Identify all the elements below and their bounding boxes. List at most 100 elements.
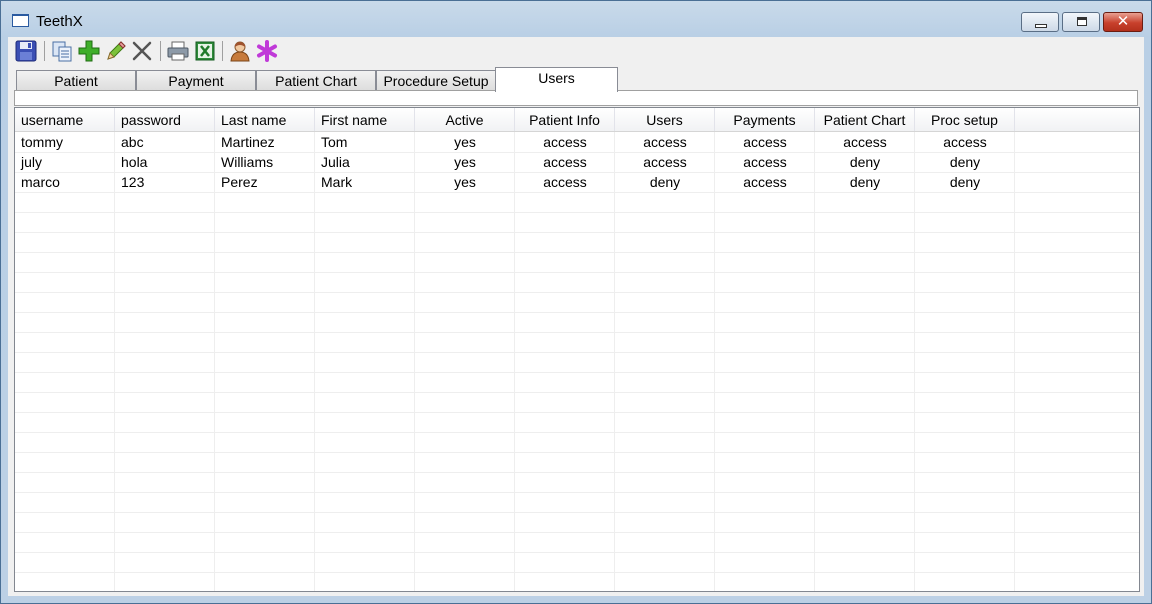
- table-cell[interactable]: 123: [115, 172, 215, 192]
- edit-button[interactable]: [104, 39, 128, 63]
- toolbar-separator: [160, 41, 161, 61]
- toolbar: [8, 37, 1144, 65]
- table-cell[interactable]: access: [715, 172, 815, 192]
- grid-vline: [814, 132, 815, 591]
- grid-vline: [114, 132, 115, 591]
- grid-hline: [15, 212, 1139, 213]
- asterisk-button[interactable]: [255, 39, 279, 63]
- table-cell[interactable]: access: [815, 132, 915, 152]
- table-cell[interactable]: july: [15, 152, 115, 172]
- tab-payment[interactable]: Payment: [136, 70, 256, 91]
- toolbar-separator: [222, 41, 223, 61]
- grid-vline: [714, 132, 715, 591]
- minimize-button[interactable]: [1021, 12, 1059, 32]
- table-cell[interactable]: access: [915, 132, 1015, 152]
- grid-vline: [614, 132, 615, 591]
- grid-hline: [15, 352, 1139, 353]
- table-cell[interactable]: Julia: [315, 152, 415, 172]
- copy-icon: [52, 41, 72, 62]
- table-cell[interactable]: deny: [615, 172, 715, 192]
- column-header[interactable]: username: [15, 108, 115, 131]
- excel-export-button[interactable]: [193, 39, 217, 63]
- table-cell[interactable]: Perez: [215, 172, 315, 192]
- table-cell[interactable]: deny: [815, 152, 915, 172]
- users-grid[interactable]: username password Last name First name Activ…: [14, 107, 1140, 592]
- grid-header: username password Last name First name Activ…: [15, 108, 1139, 132]
- grid-hline: [15, 452, 1139, 453]
- grid-hline: [15, 412, 1139, 413]
- add-icon: [78, 40, 100, 62]
- table-row[interactable]: marco 123 Perez Mark yes access deny access deny…: [15, 172, 1139, 192]
- table-cell[interactable]: access: [715, 152, 815, 172]
- tab-strip: Patient Payment Patient Chart Procedure …: [8, 67, 1144, 92]
- tab-patient[interactable]: Patient: [16, 70, 136, 91]
- column-header[interactable]: Patient Info: [515, 108, 615, 131]
- user-icon: [230, 41, 250, 62]
- asterisk-icon: [257, 40, 277, 62]
- table-cell[interactable]: Martinez: [215, 132, 315, 152]
- table-cell[interactable]: abc: [115, 132, 215, 152]
- copy-button[interactable]: [50, 39, 74, 63]
- toolbar-separator: [44, 41, 45, 61]
- client-area: Patient Payment Patient Chart Procedure …: [8, 37, 1144, 596]
- column-header[interactable]: Patient Chart: [815, 108, 915, 131]
- user-button[interactable]: [228, 39, 252, 63]
- table-cell[interactable]: access: [615, 132, 715, 152]
- tab-users[interactable]: Users: [495, 67, 618, 92]
- excel-export-icon: [195, 41, 215, 61]
- table-cell[interactable]: Williams: [215, 152, 315, 172]
- table-cell[interactable]: hola: [115, 152, 215, 172]
- table-cell[interactable]: marco: [15, 172, 115, 192]
- tab-procedure-setup[interactable]: Procedure Setup: [376, 70, 496, 91]
- column-header[interactable]: Last name: [215, 108, 315, 131]
- save-button[interactable]: [14, 39, 38, 63]
- grid-hline: [15, 572, 1139, 573]
- table-cell[interactable]: deny: [915, 152, 1015, 172]
- table-cell[interactable]: access: [515, 172, 615, 192]
- table-cell[interactable]: yes: [415, 132, 515, 152]
- app-icon: [12, 14, 29, 27]
- table-cell[interactable]: access: [515, 132, 615, 152]
- grid-vline: [914, 132, 915, 591]
- delete-icon: [132, 41, 152, 61]
- table-cell[interactable]: access: [715, 132, 815, 152]
- table-cell[interactable]: tommy: [15, 132, 115, 152]
- maximize-button[interactable]: [1062, 12, 1100, 32]
- tab-patient-chart[interactable]: Patient Chart: [256, 70, 376, 91]
- column-header[interactable]: password: [115, 108, 215, 131]
- grid-hline: [15, 232, 1139, 233]
- grid-vline: [1014, 132, 1015, 591]
- grid-hline: [15, 532, 1139, 533]
- table-row[interactable]: tommy abc Martinez Tom yes access access access…: [15, 132, 1139, 152]
- column-header[interactable]: Users: [615, 108, 715, 131]
- table-row[interactable]: july hola Williams Julia yes access access acce…: [15, 152, 1139, 172]
- table-cell[interactable]: deny: [915, 172, 1015, 192]
- filter-bar[interactable]: [14, 90, 1138, 106]
- table-cell[interactable]: access: [515, 152, 615, 172]
- maximize-icon: [1077, 17, 1087, 26]
- table-cell[interactable]: access: [615, 152, 715, 172]
- add-button[interactable]: [77, 39, 101, 63]
- column-header[interactable]: Active: [415, 108, 515, 131]
- table-cell[interactable]: Mark: [315, 172, 415, 192]
- grid-hline: [15, 312, 1139, 313]
- title-bar[interactable]: TeethX ✕: [1, 1, 1151, 37]
- close-button[interactable]: ✕: [1103, 12, 1143, 32]
- column-header[interactable]: Payments: [715, 108, 815, 131]
- app-window: TeethX ✕ Patient Payment Patient Chart P…: [0, 0, 1152, 604]
- grid-hline: [15, 252, 1139, 253]
- grid-vline: [314, 132, 315, 591]
- table-cell[interactable]: yes: [415, 172, 515, 192]
- column-header-filler: [1015, 108, 1139, 131]
- print-button[interactable]: [166, 39, 190, 63]
- table-cell[interactable]: yes: [415, 152, 515, 172]
- minimize-icon: [1035, 24, 1047, 28]
- grid-hline: [15, 552, 1139, 553]
- table-cell[interactable]: Tom: [315, 132, 415, 152]
- edit-icon: [107, 41, 126, 60]
- print-icon: [167, 41, 189, 61]
- column-header[interactable]: First name: [315, 108, 415, 131]
- column-header[interactable]: Proc setup: [915, 108, 1015, 131]
- delete-button[interactable]: [130, 39, 154, 63]
- table-cell[interactable]: deny: [815, 172, 915, 192]
